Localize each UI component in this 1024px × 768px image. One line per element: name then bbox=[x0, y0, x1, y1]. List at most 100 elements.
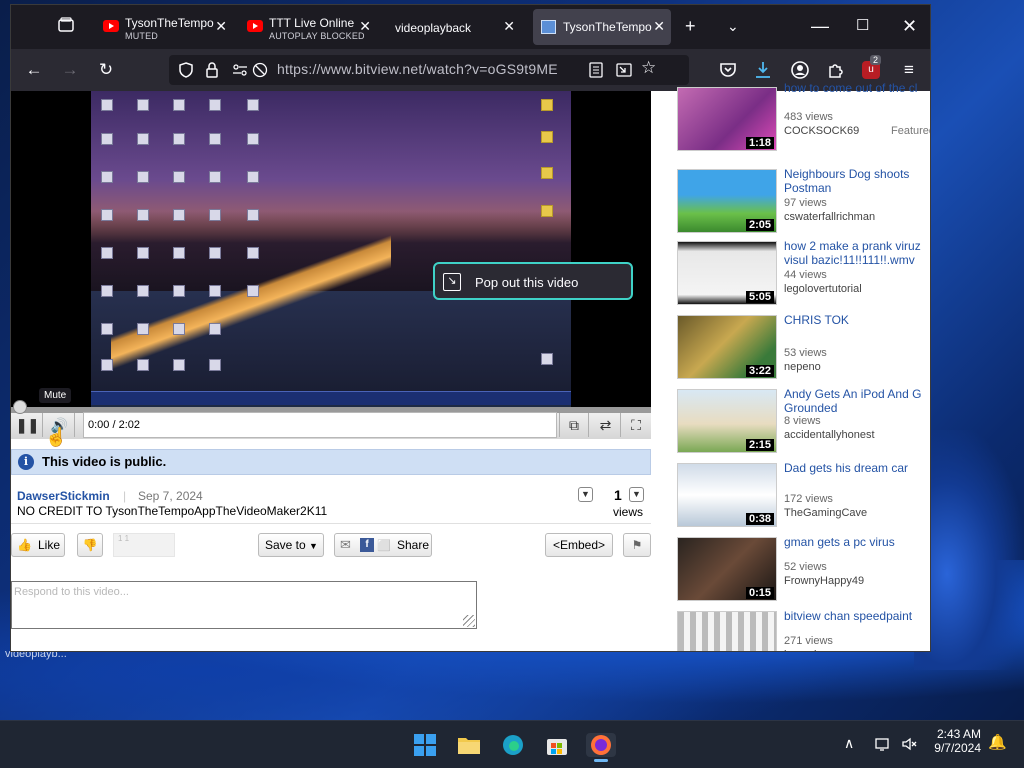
related-video-item[interactable]: 0:15 gman gets a pc virus 52 views Frown… bbox=[673, 535, 930, 603]
uploader-link[interactable]: DawserStickmin bbox=[17, 489, 110, 503]
loop-icon[interactable]: ⇄ bbox=[591, 413, 621, 437]
tab-ttt-live-online[interactable]: TTT Live Online AUTOPLAY BLOCKED ✕ bbox=[239, 9, 377, 45]
video-title-link[interactable]: Neighbours Dog shoots Postman bbox=[784, 167, 930, 195]
notification-bell-icon[interactable]: 🔔 bbox=[988, 733, 1007, 751]
related-video-item[interactable]: 2:15 Andy Gets An iPod And G Grounded 8 … bbox=[673, 387, 930, 455]
video-thumbnail[interactable]: 3:22 bbox=[677, 315, 777, 379]
network-icon bbox=[875, 738, 889, 751]
save-to-button[interactable]: Save to ▼ bbox=[258, 533, 324, 557]
tab-tysonthetempo[interactable]: TysonTheTempo MUTED ✕ bbox=[95, 9, 233, 45]
desktop-icon bbox=[101, 209, 113, 221]
flag-button[interactable]: ⚑ bbox=[623, 533, 651, 557]
related-video-item[interactable]: 1:18 how to come out of the cl 483 views… bbox=[673, 81, 930, 153]
video-title-link[interactable]: Andy Gets An iPod And G Grounded bbox=[784, 387, 930, 415]
video-views: 271 views bbox=[784, 635, 833, 647]
respond-textarea[interactable]: Respond to this video... bbox=[11, 581, 477, 629]
new-tab-plus-icon[interactable]: + bbox=[685, 15, 696, 37]
tab-close-icon[interactable]: ✕ bbox=[215, 18, 227, 35]
bookmark-star-icon[interactable]: ☆ bbox=[641, 58, 656, 78]
tab-close-icon[interactable]: ✕ bbox=[653, 18, 665, 35]
video-title-link[interactable]: CHRIS TOK bbox=[784, 313, 930, 327]
related-video-item[interactable]: bitview chan speedpaint 271 views browni… bbox=[673, 609, 930, 651]
related-video-item[interactable]: 0:38 Dad gets his dream car 172 views Th… bbox=[673, 461, 930, 529]
video-views: 172 views bbox=[784, 493, 833, 505]
popout-player-icon[interactable]: ⧉ bbox=[559, 413, 589, 437]
maximize-icon[interactable]: ☐ bbox=[856, 15, 869, 37]
expand-description-chevron-icon[interactable]: ▼ bbox=[578, 487, 593, 502]
permissions-icon bbox=[233, 64, 247, 76]
video-player[interactable]: ↘ Pop out this video bbox=[11, 91, 651, 407]
video-author[interactable]: TheGamingCave bbox=[784, 507, 867, 519]
desktop-folder-icon bbox=[541, 99, 553, 111]
desktop-icon bbox=[247, 171, 259, 183]
video-thumbnail[interactable]: 0:38 bbox=[677, 463, 777, 527]
video-author[interactable]: nepeno bbox=[784, 361, 821, 373]
tab-close-icon[interactable]: ✕ bbox=[359, 18, 371, 35]
store-icon bbox=[547, 739, 567, 755]
close-window-icon[interactable]: ✕ bbox=[902, 15, 917, 37]
video-thumbnail[interactable]: 2:15 bbox=[677, 389, 777, 453]
pop-out-video-button[interactable]: ↘ Pop out this video bbox=[433, 262, 633, 300]
video-title-link[interactable]: gman gets a pc virus bbox=[784, 535, 930, 549]
video-thumbnail[interactable]: 2:05 bbox=[677, 169, 777, 233]
edge-button[interactable] bbox=[500, 733, 526, 757]
firefox-view-button[interactable] bbox=[55, 16, 77, 38]
related-video-item[interactable]: 3:22 CHRIS TOK 53 views nepeno bbox=[673, 313, 930, 381]
video-thumbnail[interactable] bbox=[677, 611, 777, 651]
video-author[interactable]: legolovertutorial bbox=[784, 283, 862, 295]
duration-badge: 2:15 bbox=[745, 439, 774, 451]
flag-icon: ⚑ bbox=[631, 538, 643, 552]
desktop-icon bbox=[209, 209, 221, 221]
video-author[interactable]: FrownyHappy49 bbox=[784, 575, 864, 587]
desktop-icon bbox=[209, 359, 221, 371]
sidebar-scrollbar[interactable] bbox=[930, 163, 931, 313]
resize-grip[interactable] bbox=[463, 615, 475, 627]
video-author[interactable]: brownie bbox=[784, 649, 823, 651]
video-title-link[interactable]: how to come out of the cl bbox=[784, 81, 930, 95]
fullscreen-icon[interactable]: ⛶ bbox=[621, 413, 651, 437]
video-thumbnail[interactable]: 5:05 bbox=[677, 241, 777, 305]
tab-list-chevron-icon[interactable]: ⌄ bbox=[727, 15, 739, 37]
chevron-up-icon[interactable]: ∧ bbox=[844, 735, 854, 752]
tab-videoplayback[interactable]: videoplayback ✕ bbox=[383, 9, 521, 45]
desktop-icon bbox=[209, 171, 221, 183]
privacy-notice: i This video is public. bbox=[11, 449, 651, 475]
video-author[interactable]: cswaterfallrichman bbox=[784, 211, 875, 223]
desktop-icon bbox=[209, 133, 221, 145]
video-thumbnail[interactable]: 0:15 bbox=[677, 537, 777, 601]
forward-arrow-icon[interactable]: → bbox=[59, 59, 81, 81]
url-text[interactable]: https://www.bitview.net/watch?v=oGS9t9ME bbox=[277, 61, 558, 77]
start-button[interactable] bbox=[412, 733, 438, 757]
desktop-icon bbox=[173, 99, 185, 111]
related-video-item[interactable]: 2:05 Neighbours Dog shoots Postman 97 vi… bbox=[673, 167, 930, 235]
file-explorer-button[interactable] bbox=[456, 733, 482, 757]
video-author[interactable]: COCKSOCK69 bbox=[784, 125, 859, 137]
back-arrow-icon[interactable]: ← bbox=[23, 59, 45, 81]
dislike-button[interactable]: 👎 bbox=[77, 533, 103, 557]
video-title-link[interactable]: how 2 make a prank viruz visul bazic!11!… bbox=[784, 239, 930, 267]
video-thumbnail[interactable]: 1:18 bbox=[677, 87, 777, 151]
pause-button[interactable]: ❚❚ bbox=[13, 413, 43, 437]
video-title-link[interactable]: Dad gets his dream car bbox=[784, 461, 930, 475]
hamburger-menu-icon[interactable]: ≡ bbox=[898, 59, 920, 81]
embed-button[interactable]: <Embed> bbox=[545, 533, 613, 557]
related-video-item[interactable]: 5:05 how 2 make a prank viruz visul bazi… bbox=[673, 239, 930, 307]
info-icon: i bbox=[18, 454, 34, 470]
video-author[interactable]: accidentallyhonest bbox=[784, 429, 875, 441]
tab-close-icon[interactable]: ✕ bbox=[503, 18, 515, 35]
share-button[interactable]: ✉ f ⬜ Share bbox=[334, 533, 432, 557]
video-xp-taskbar bbox=[91, 391, 571, 405]
seek-handle[interactable] bbox=[13, 400, 27, 414]
reload-icon[interactable]: ↻ bbox=[95, 59, 117, 81]
minimize-icon[interactable]: — bbox=[811, 15, 829, 37]
views-chevron-icon[interactable]: ▼ bbox=[629, 487, 644, 502]
firefox-taskbar-button[interactable] bbox=[586, 733, 616, 762]
taskbar-clock[interactable]: 2:43 AM 9/7/2024 bbox=[925, 727, 981, 755]
tab-bitview-active[interactable]: TysonTheTempo ✕ bbox=[533, 9, 671, 45]
video-title-link[interactable]: bitview chan speedpaint bbox=[784, 609, 930, 623]
like-button[interactable]: 👍 Like bbox=[11, 533, 65, 557]
time-display: 0:00 / 2:02 bbox=[83, 412, 557, 438]
active-indicator bbox=[594, 759, 608, 762]
desktop-icon bbox=[101, 99, 113, 111]
microsoft-store-button[interactable] bbox=[544, 733, 570, 757]
